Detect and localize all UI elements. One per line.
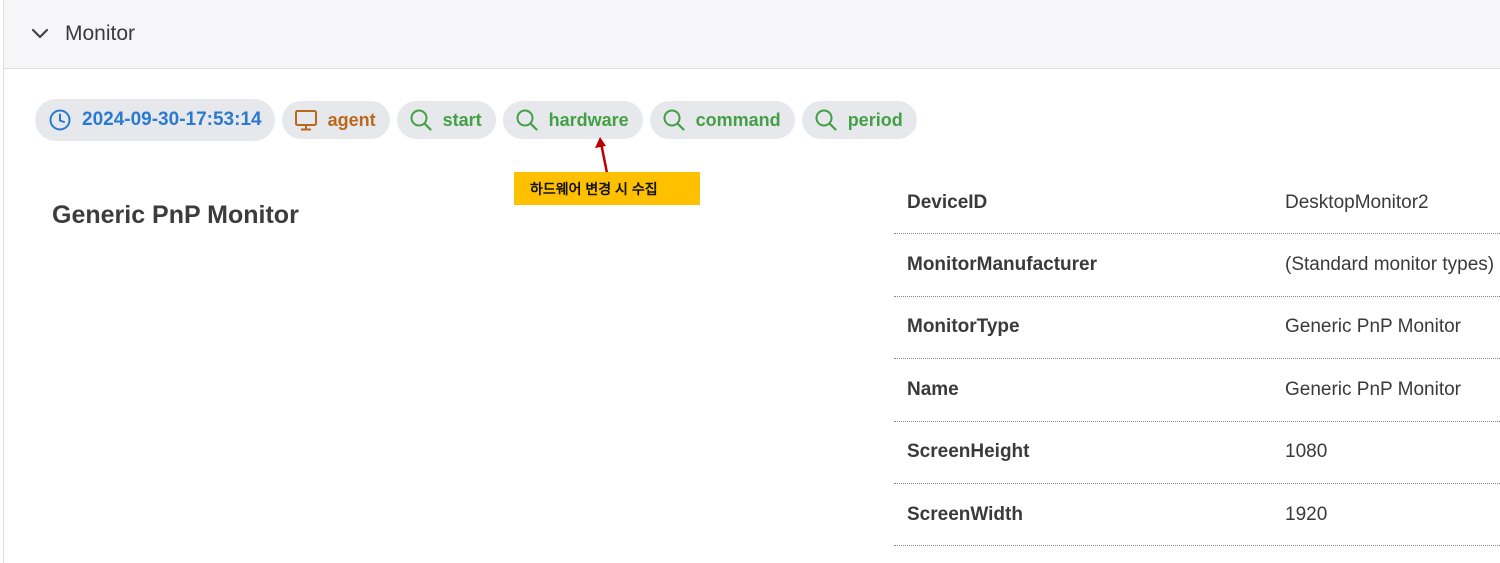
property-value: DesktopMonitor2	[1285, 191, 1429, 213]
annotation-note: 하드웨어 변경 시 수집	[514, 172, 700, 205]
annotation-arrow-icon	[595, 137, 609, 174]
command-label: command	[695, 109, 781, 130]
panel-header[interactable]: Monitor	[4, 0, 1500, 69]
agent-tag[interactable]: agent	[281, 101, 390, 139]
period-tag[interactable]: period	[801, 101, 917, 139]
property-key: MonitorType	[907, 316, 1020, 338]
property-table: DeviceID DesktopMonitor2 MonitorManufact…	[894, 172, 1500, 547]
device-title: Generic PnP Monitor	[52, 201, 299, 229]
timestamp-tag[interactable]: 2024-09-30-17:53:14	[35, 99, 275, 141]
property-key: DeviceID	[907, 191, 988, 213]
search-icon	[515, 108, 539, 132]
search-icon	[409, 108, 433, 132]
property-value: (Standard monitor types)	[1285, 254, 1495, 276]
search-icon	[814, 108, 838, 132]
period-label: period	[847, 109, 903, 130]
property-row: DeviceID DesktopMonitor2	[894, 172, 1500, 235]
hardware-label: hardware	[548, 109, 629, 130]
panel-title: Monitor	[65, 22, 136, 45]
property-value: Generic PnP Monitor	[1285, 316, 1462, 338]
property-value: Generic PnP Monitor	[1285, 378, 1462, 400]
tag-list: 2024-09-30-17:53:14 agent start hardware…	[35, 99, 917, 141]
property-row: Name Generic PnP Monitor	[894, 359, 1500, 422]
property-key: MonitorManufacturer	[907, 254, 1097, 276]
monitor-icon	[294, 108, 318, 132]
property-row: MonitorManufacturer (Standard monitor ty…	[894, 234, 1500, 297]
property-row: ScreenHeight 1080	[894, 422, 1500, 484]
hardware-tag[interactable]: hardware	[502, 101, 643, 139]
command-tag[interactable]: command	[649, 101, 795, 139]
property-key: ScreenWidth	[907, 503, 1023, 525]
agent-label: agent	[327, 109, 376, 130]
property-key: Name	[907, 378, 959, 400]
search-icon	[662, 108, 686, 132]
clock-icon	[48, 108, 72, 132]
timestamp-label: 2024-09-30-17:53:14	[82, 109, 262, 130]
property-row: ScreenWidth 1920	[894, 484, 1500, 547]
property-value: 1920	[1285, 503, 1328, 525]
start-label: start	[442, 109, 482, 130]
property-key: ScreenHeight	[907, 441, 1030, 463]
property-row: MonitorType Generic PnP Monitor	[894, 297, 1500, 360]
chevron-down-icon[interactable]	[30, 24, 50, 44]
start-tag[interactable]: start	[396, 101, 496, 139]
property-value: 1080	[1285, 441, 1328, 463]
